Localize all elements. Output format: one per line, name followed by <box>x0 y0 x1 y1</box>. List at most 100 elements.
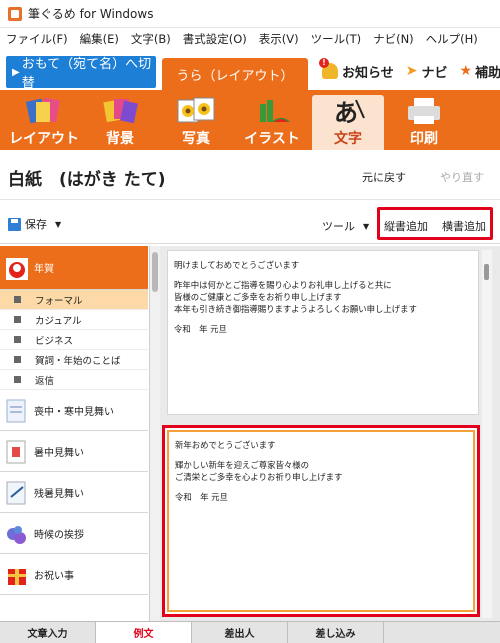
subcategory-label: カジュアル <box>35 315 82 327</box>
tools-dropdown[interactable]: ツール ▼ <box>322 218 369 234</box>
category-summer[interactable]: 暑中見舞い <box>0 432 148 472</box>
mode-row: ▶ おもて（宛て名）へ切替 うら（レイアウト） ! お知らせ ➤ ナビ ★ 補助 <box>0 50 500 91</box>
tools-label: ツール <box>322 220 355 233</box>
bullet-icon <box>14 356 21 363</box>
bullet-icon <box>14 376 21 383</box>
example-card[interactable]: 明けましておめでとうございます 昨年中は何かとご指導を賜り心よりお礼申し上げると… <box>167 250 479 415</box>
ribbon-layout-label: レイアウト <box>9 131 79 147</box>
ribbon-text-button[interactable]: あ 文字 <box>312 95 384 151</box>
bell-icon: ! <box>319 58 338 79</box>
category-celebration[interactable]: お祝い事 <box>0 555 148 595</box>
subcategory-reply[interactable]: 返信 <box>0 370 148 390</box>
menu-tools[interactable]: ツール(T) <box>311 31 362 47</box>
preview-scrollbar[interactable] <box>482 250 492 618</box>
category-label: 残暑見舞い <box>34 489 84 500</box>
example-line: ご清栄とご多幸を心よりお祈り申し上げます <box>175 472 343 482</box>
menu-view[interactable]: 表示(V) <box>259 31 299 47</box>
svg-text:あ: あ <box>334 98 358 126</box>
mode-links: ! お知らせ ➤ ナビ ★ 補助 <box>319 56 500 86</box>
app-icon <box>8 6 22 21</box>
ribbon-photo-button[interactable]: 写真 <box>160 95 232 151</box>
bullet-icon <box>14 296 21 303</box>
bottom-tab-bar: 文章入力 例文 差出人 差し込み <box>0 621 500 643</box>
example-line: 本年も引き続き御指導賜りますようよろしくお願い申し上げます <box>174 304 417 314</box>
illust-icon <box>252 96 292 126</box>
category-label: 年賀 <box>34 264 54 275</box>
category-mourning[interactable]: 喪中・寒中見舞い <box>0 391 148 431</box>
category-seasonal[interactable]: 時候の挨拶 <box>0 514 148 554</box>
example-line: 令和 年 元旦 <box>174 324 227 334</box>
extra-label: 補助 <box>475 65 500 81</box>
ribbon-illust-label: イラスト <box>244 131 300 147</box>
tab-merge[interactable]: 差し込み <box>288 622 384 643</box>
ribbon-photo-label: 写真 <box>182 131 210 147</box>
add-vertical-text-button[interactable]: 縦書追加 <box>384 218 428 234</box>
printer-icon <box>404 96 444 126</box>
notice-label: お知らせ <box>342 65 394 81</box>
menu-format[interactable]: 書式設定(O) <box>183 31 247 47</box>
ribbon-print-button[interactable]: 印刷 <box>388 95 460 151</box>
chevron-down-icon[interactable]: ▼ <box>55 220 61 229</box>
winter-card-icon <box>4 397 30 425</box>
back-layout-label: うら（レイアウト） <box>176 68 294 84</box>
save-button[interactable]: 保存 ▼ <box>8 216 61 232</box>
category-list: 年賀 フォーマル カジュアル ビジネス 賀詞・年始のことば 返信 喪中・寒中見舞… <box>0 246 150 621</box>
subcategory-business[interactable]: ビジネス <box>0 330 148 350</box>
switch-to-front-button[interactable]: ▶ おもて（宛て名）へ切替 <box>6 56 156 91</box>
category-label: 暑中見舞い <box>34 448 84 459</box>
menu-bar: ファイル(F) 編集(E) 文字(B) 書式設定(O) 表示(V) ツール(T)… <box>0 28 500 50</box>
ribbon-layout-button[interactable]: レイアウト <box>8 95 80 151</box>
subcategory-label: 賀詞・年始のことば <box>35 355 121 367</box>
summer-card-icon <box>4 438 30 466</box>
tab-text-input[interactable]: 文章入力 <box>0 622 96 643</box>
tab-examples[interactable]: 例文 <box>96 622 192 643</box>
example-line: 輝かしい新年を迎えご尊家皆々様の <box>175 460 309 470</box>
menu-navi[interactable]: ナビ(N) <box>373 31 414 47</box>
back-layout-tab[interactable]: うら（レイアウト） <box>162 58 308 90</box>
example-line: 新年おめでとうございます <box>175 440 276 450</box>
subcategory-greetings[interactable]: 賀詞・年始のことば <box>0 350 148 370</box>
example-card-inner: 新年おめでとうございます 輝かしい新年を迎えご尊家皆々様の ご清栄とご多幸を心よ… <box>167 430 475 612</box>
scroll-thumb[interactable] <box>152 252 158 292</box>
ribbon-background-label: 背景 <box>106 131 134 147</box>
category-late-summer[interactable]: 残暑見舞い <box>0 473 148 513</box>
navi-label: ナビ <box>421 65 448 81</box>
window-title: 筆ぐるめ for Windows <box>28 7 154 21</box>
hydrangea-icon <box>4 520 30 548</box>
example-card-selected[interactable]: 新年おめでとうございます 輝かしい新年を迎えご尊家皆々様の ご清栄とご多幸を心よ… <box>162 425 480 617</box>
wind-chime-icon <box>4 479 30 507</box>
menu-help[interactable]: ヘルプ(H) <box>426 31 478 47</box>
navi-button[interactable]: ➤ ナビ <box>406 62 448 81</box>
gift-icon <box>4 561 30 589</box>
star-icon: ★ <box>459 63 473 79</box>
category-scrollbar[interactable] <box>150 246 160 621</box>
scroll-thumb[interactable] <box>484 264 489 280</box>
sunflower-photo-icon <box>176 96 216 126</box>
menu-file[interactable]: ファイル(F) <box>6 31 68 47</box>
menu-edit[interactable]: 編集(E) <box>80 31 119 47</box>
ribbon-print-label: 印刷 <box>410 131 438 147</box>
undo-button[interactable]: 元に戻す <box>362 169 406 185</box>
bullet-icon <box>14 316 21 323</box>
category-label: お祝い事 <box>34 571 74 582</box>
subcategory-formal[interactable]: フォーマル <box>0 290 148 310</box>
bullet-icon <box>14 336 21 343</box>
tool-ribbon: レイアウト 背景 写真 イラスト あ 文字 印刷 <box>0 90 500 151</box>
play-icon: ▶ <box>12 66 20 78</box>
tab-sender[interactable]: 差出人 <box>192 622 288 643</box>
chevron-down-icon: ▼ <box>363 221 370 231</box>
save-label: 保存 <box>25 218 47 231</box>
notice-button[interactable]: ! お知らせ <box>319 58 394 81</box>
title-bar: 筆ぐるめ for Windows <box>0 0 500 28</box>
add-horizontal-text-button[interactable]: 横書追加 <box>442 218 486 234</box>
redo-button[interactable]: やり直す <box>440 169 484 185</box>
menu-text[interactable]: 文字(B) <box>131 31 171 47</box>
ribbon-illust-button[interactable]: イラスト <box>236 95 308 151</box>
document-title: 白紙 (はがき たて) <box>8 170 166 190</box>
category-more[interactable] <box>0 596 148 621</box>
extra-button[interactable]: ★ 補助 <box>460 62 500 81</box>
category-new-year[interactable]: 年賀 <box>0 246 148 290</box>
example-line: 皆様のご健康とご多幸をお祈り申し上げます <box>174 292 342 302</box>
ribbon-background-button[interactable]: 背景 <box>84 95 156 151</box>
subcategory-casual[interactable]: カジュアル <box>0 310 148 330</box>
